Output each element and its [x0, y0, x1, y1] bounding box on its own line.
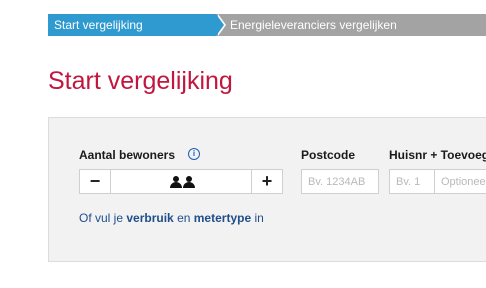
- meter-type-link[interactable]: metertype: [194, 211, 251, 225]
- hint-middle: en: [177, 211, 191, 225]
- breadcrumb-arrow: [216, 14, 224, 36]
- residents-count-display: [166, 176, 196, 188]
- increase-residents-button[interactable]: +: [251, 170, 282, 193]
- usage-link[interactable]: verbruik: [126, 211, 173, 225]
- postcode-label: Postcode: [301, 148, 356, 162]
- page-title: Start vergelijking: [48, 67, 233, 95]
- hint-prefix: Of vul je: [79, 211, 124, 225]
- person-icon: [170, 176, 182, 188]
- decrease-residents-button[interactable]: −: [80, 170, 111, 193]
- comparison-form: Aantal bewoners i − + Postcode Huisnr + …: [48, 117, 486, 262]
- house-number-input[interactable]: [389, 169, 435, 194]
- usage-hint: Of vul je verbruik en metertype in: [79, 211, 264, 225]
- breadcrumb-step-compare[interactable]: Energieleveranciers vergelijken: [216, 14, 486, 36]
- breadcrumb-step-start[interactable]: Start vergelijking: [48, 14, 216, 36]
- residents-stepper: − +: [79, 169, 283, 194]
- hint-suffix: in: [254, 211, 264, 225]
- breadcrumb: Start vergelijking Energieleveranciers v…: [48, 14, 486, 36]
- info-icon[interactable]: i: [188, 148, 200, 160]
- house-number-label: Huisnr + Toevoeging: [389, 148, 486, 162]
- house-addition-input[interactable]: [434, 169, 486, 194]
- residents-label: Aantal bewoners: [79, 148, 176, 162]
- person-icon: [183, 176, 195, 188]
- postcode-input[interactable]: [301, 169, 379, 194]
